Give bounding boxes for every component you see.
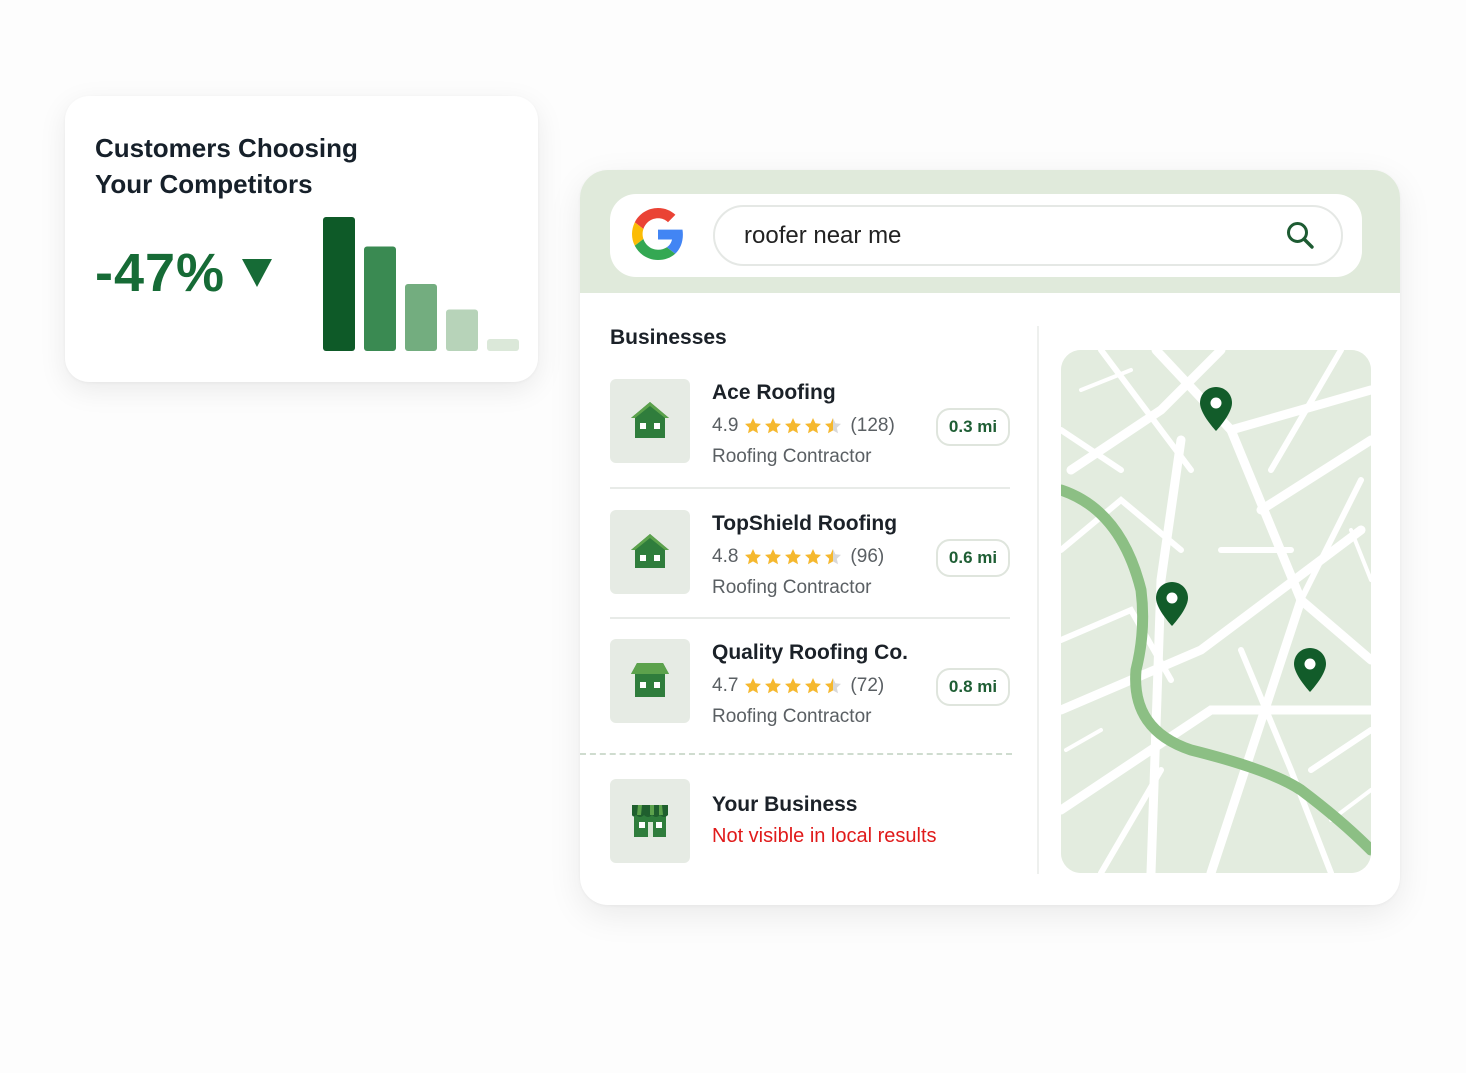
your-business-listing[interactable]: Your Business Not visible in local resul… [610,779,1010,865]
business-name: Ace Roofing [712,381,836,404]
rating-row: 4.9 (128) [712,415,895,437]
business-category: Roofing Contractor [712,446,872,467]
row-divider [610,617,1010,619]
star-rating [744,548,844,566]
map-pin-icon[interactable] [1293,647,1327,693]
stat-title: Customers Choosing Your Competitors [95,133,358,199]
star-icon [785,678,802,694]
business-category: Roofing Contractor [712,706,872,727]
search-input[interactable] [713,205,1343,266]
rating-value: 4.9 [712,415,739,436]
rating-value: 4.8 [712,546,739,567]
star-icon [745,418,762,434]
review-count: (96) [850,546,885,567]
visibility-warning: Not visible in local results [712,825,937,847]
star-icon [745,678,762,694]
star-rating [744,677,844,695]
star-icon [805,418,822,434]
column-divider [1037,326,1039,874]
stat-bar [364,246,396,351]
rating-row: 4.8 (96) [712,546,884,568]
rating-value: 4.7 [712,675,739,696]
star-icon [805,549,822,565]
business-listing-ace-roofing[interactable]: Ace Roofing 4.9 (128) Roofing Contractor… [610,379,1010,467]
star-icon [825,678,842,694]
business-listing-quality-roofing[interactable]: Quality Roofing Co. 4.7 (72) Roofing Con… [610,639,1010,727]
review-count: (128) [850,415,895,436]
search-icon[interactable] [1285,220,1315,250]
star-icon [745,549,762,565]
review-count: (72) [850,675,885,696]
distance-badge: 0.8 mi [936,668,1010,706]
storefront-icon [632,805,668,837]
star-icon [765,678,782,694]
star-icon [765,418,782,434]
business-category: Roofing Contractor [712,577,872,598]
star-icon [825,549,842,565]
your-business-name: Your Business [712,793,858,816]
business-listing-topshield-roofing[interactable]: TopShield Roofing 4.8 (96) Roofing Contr… [610,510,1010,598]
decline-bar-chart [323,217,519,351]
listing-thumbnail [610,639,690,723]
listing-thumbnail [610,510,690,594]
stat-bar [323,217,355,351]
competitors-stat-card: Customers Choosing Your Competitors -47% [65,96,538,382]
distance-badge: 0.6 mi [936,539,1010,577]
star-rating [744,417,844,435]
star-icon [805,678,822,694]
dashed-divider [580,753,1012,755]
house-icon [631,534,669,568]
stat-bar [487,338,519,351]
google-g-icon [632,208,683,260]
shop-icon [631,663,669,697]
down-triangle-icon [242,259,272,287]
star-icon [765,549,782,565]
star-icon [825,418,842,434]
map-pin-icon[interactable] [1199,386,1233,432]
local-search-panel: Businesses Ace Roofing 4.9 (128) Roofing… [580,170,1400,905]
map-view[interactable] [1061,350,1371,873]
distance-badge: 0.3 mi [936,408,1010,446]
star-icon [785,549,802,565]
row-divider [610,487,1010,489]
map-pin-icon[interactable] [1155,581,1189,627]
search-bar [610,194,1362,277]
stat-bar [446,309,478,351]
listing-thumbnail [610,379,690,463]
house-icon [631,402,669,438]
rating-row: 4.7 (72) [712,675,884,697]
business-name: Quality Roofing Co. [712,641,908,664]
business-name: TopShield Roofing [712,512,898,535]
stat-bar [405,284,437,351]
businesses-heading: Businesses [610,326,727,349]
stat-value: -47% [95,243,226,303]
star-icon [785,418,802,434]
search-header [580,170,1400,293]
listing-thumbnail [610,779,690,863]
